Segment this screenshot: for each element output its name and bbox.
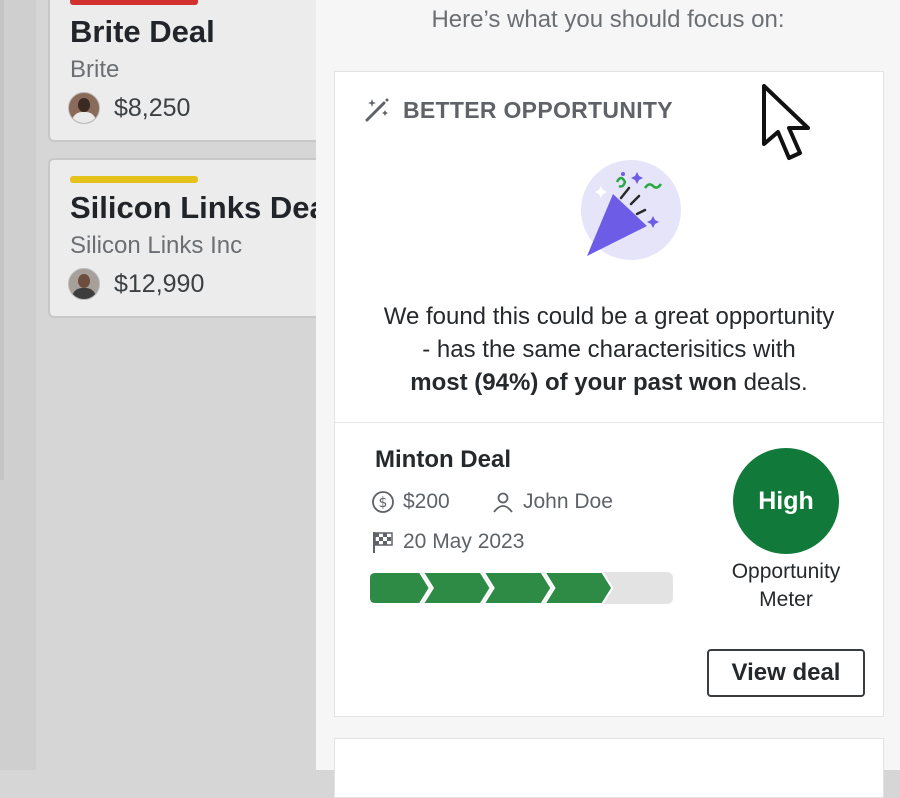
message-line: We found this could be a great opportuni… xyxy=(383,303,835,330)
stage-color-bar xyxy=(70,176,198,183)
deal-value-row: $ $200 xyxy=(371,490,450,514)
progress-stage-complete xyxy=(482,572,553,604)
progress-stage-complete xyxy=(543,572,614,604)
dollar-circle-icon: $ xyxy=(372,491,394,513)
svg-text:$: $ xyxy=(379,495,388,511)
next-opportunity-card xyxy=(334,738,884,798)
progress-stage-complete xyxy=(369,572,431,604)
view-deal-button[interactable]: View deal xyxy=(707,649,865,697)
opportunity-meter-label: Opportunity Meter xyxy=(731,560,841,611)
deal-date-row: 20 May 2023 xyxy=(371,530,524,554)
progress-stage-complete xyxy=(421,572,492,604)
checkered-flag-icon xyxy=(373,532,393,553)
recommended-deal-name: Minton Deal xyxy=(375,446,511,473)
message-line: most (94%) of your past won deals. xyxy=(335,366,883,399)
avatar xyxy=(68,268,100,300)
deal-card-silicon-links[interactable]: Silicon Links Deal Silicon Links Inc $12… xyxy=(48,158,348,318)
deal-title: Brite Deal xyxy=(70,14,215,49)
deal-close-date: 20 May 2023 xyxy=(403,530,525,553)
opportunity-meter-badge: High xyxy=(733,448,839,554)
deal-value: $200 xyxy=(403,490,450,513)
magic-wand-icon xyxy=(365,98,389,122)
party-popper-icon xyxy=(581,160,681,260)
opportunity-tag: BETTER OPPORTUNITY xyxy=(363,96,673,124)
deal-title: Silicon Links Deal xyxy=(70,190,336,225)
message-tail: deals. xyxy=(736,369,808,396)
person-icon xyxy=(493,492,513,513)
deal-owner: John Doe xyxy=(523,490,613,513)
message-line: - has the same characterisitics with xyxy=(422,336,796,363)
message-emphasis: most (94%) of your past won xyxy=(410,369,737,396)
avatar xyxy=(68,92,100,124)
deal-owner-row: John Doe xyxy=(491,490,613,514)
opportunity-tag-label: BETTER OPPORTUNITY xyxy=(403,96,673,123)
deal-organization: Silicon Links Inc xyxy=(70,232,243,259)
deal-organization: Brite xyxy=(70,56,120,83)
opportunity-message: We found this could be a great opportuni… xyxy=(335,300,883,399)
card-divider xyxy=(335,422,883,423)
stage-color-bar xyxy=(70,0,198,5)
deal-card-brite[interactable]: Brite Deal Brite $8,250 xyxy=(48,0,348,142)
pipeline-progress xyxy=(369,572,673,604)
panel-heading: Here’s what you should focus on: xyxy=(431,6,785,33)
deal-amount: $8,250 xyxy=(114,93,191,122)
mouse-cursor-icon xyxy=(762,84,810,160)
deal-amount: $12,990 xyxy=(114,269,205,298)
board-column-edge xyxy=(0,0,36,770)
